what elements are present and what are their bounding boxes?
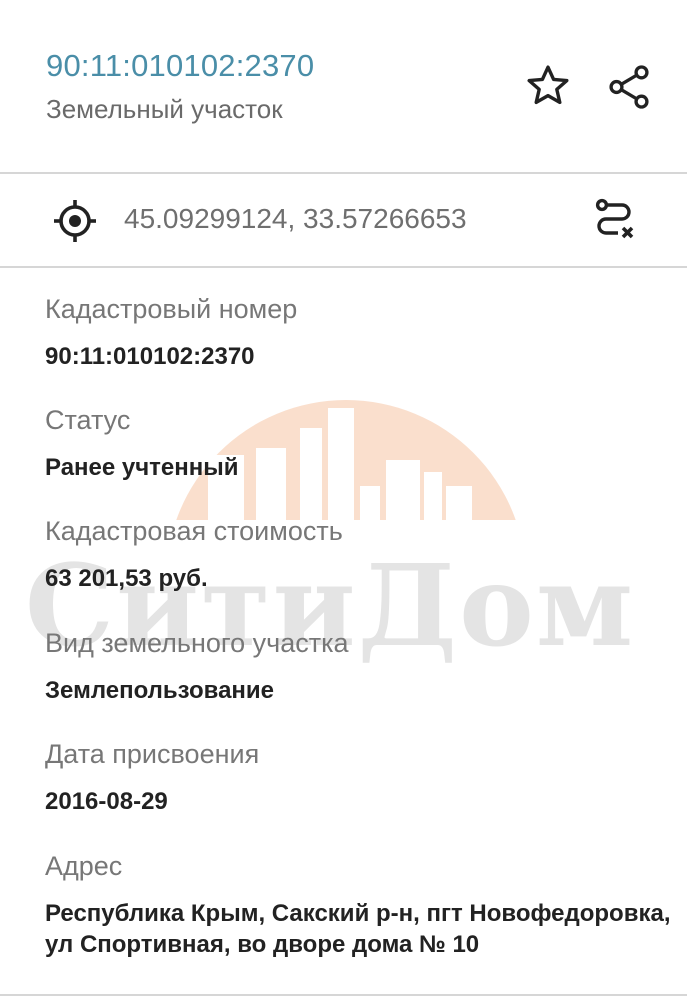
field-value[interactable]: 2016-08-29 [45,786,259,817]
share-button[interactable] [602,60,656,114]
field-cadastral-number: Кадастровый номер 90:11:010102:2370 [45,294,297,372]
field-address: Адрес Республика Крым, Сакский р-н, пгт … [45,851,685,960]
header: 90:11:010102:2370 Земельный участок [0,0,687,172]
coordinates-divider [0,266,687,268]
property-details-screen: СитиДом 90:11:010102:2370 Земельный учас… [0,0,687,1000]
field-label: Вид земельного участка [45,628,349,658]
field-value[interactable]: Республика Крым, Сакский р-н, пгт Новофе… [45,898,685,960]
star-outline-icon [527,65,569,105]
watermark-buildings [208,408,472,526]
field-assignment-date: Дата присвоения 2016-08-29 [45,739,259,817]
route-clear-icon [595,198,634,239]
favorite-button[interactable] [522,60,574,112]
field-label: Кадастровая стоимость [45,516,343,546]
field-label: Кадастровый номер [45,294,298,324]
locate-button[interactable] [50,196,100,246]
coordinates-value[interactable]: 45.09299124, 33.57266653 [124,203,467,235]
field-value[interactable]: Землепользование [45,675,349,706]
field-label: Адрес [45,851,123,881]
field-cadastral-cost: Кадастровая стоимость 63 201,53 руб. [45,516,343,594]
field-land-type: Вид земельного участка Землепользование [45,628,349,706]
field-label: Статус [45,405,131,435]
field-value[interactable]: 90:11:010102:2370 [45,341,297,372]
bottom-divider [0,994,687,996]
field-value[interactable]: Ранее учтенный [45,452,239,483]
field-value[interactable]: 63 201,53 руб. [45,563,343,594]
field-label: Дата присвоения [45,739,260,769]
route-clear-button[interactable] [588,194,640,246]
cadastral-number-title[interactable]: 90:11:010102:2370 [46,48,314,84]
share-icon [609,65,649,109]
crosshair-target-icon [54,200,96,242]
object-type-subtitle: Земельный участок [46,94,283,124]
field-status: Статус Ранее учтенный [45,405,239,483]
